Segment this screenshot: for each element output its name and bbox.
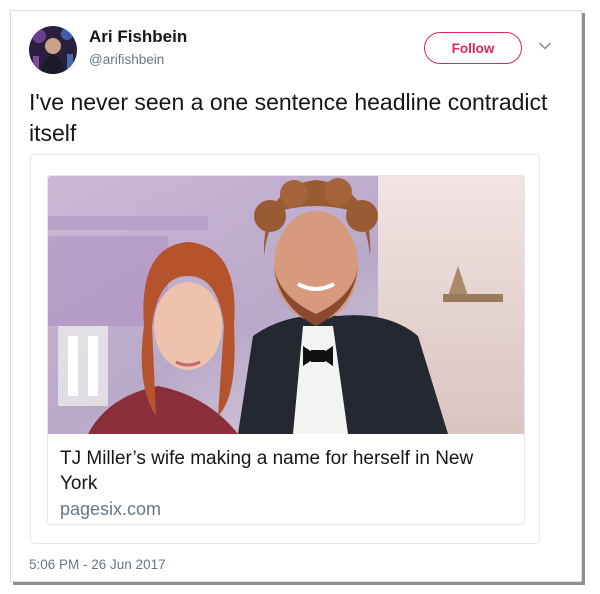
follow-button-label: Follow	[451, 40, 495, 56]
avatar[interactable]	[29, 26, 77, 74]
tweet-text: I've never seen a one sentence headline …	[29, 89, 548, 146]
author-handle[interactable]: @arifishbein	[89, 52, 164, 67]
link-card-title: TJ Miller’s wife making a name for herse…	[60, 448, 474, 494]
link-card-frame: TJ Miller’s wife making a name for herse…	[30, 154, 540, 544]
follow-button[interactable]: Follow	[424, 32, 522, 64]
author-name[interactable]: Ari Fishbein	[89, 27, 187, 47]
chevron-down-icon[interactable]	[537, 38, 553, 54]
article-photo	[48, 176, 524, 434]
tweet-card: Ari Fishbein @arifishbein Follow I've ne…	[10, 10, 582, 582]
avatar-image	[29, 26, 77, 74]
link-preview-card[interactable]: TJ Miller’s wife making a name for herse…	[47, 175, 525, 525]
link-card-domain: pagesix.com	[60, 499, 162, 519]
tweet-timestamp[interactable]: 5:06 PM - 26 Jun 2017	[29, 557, 166, 572]
